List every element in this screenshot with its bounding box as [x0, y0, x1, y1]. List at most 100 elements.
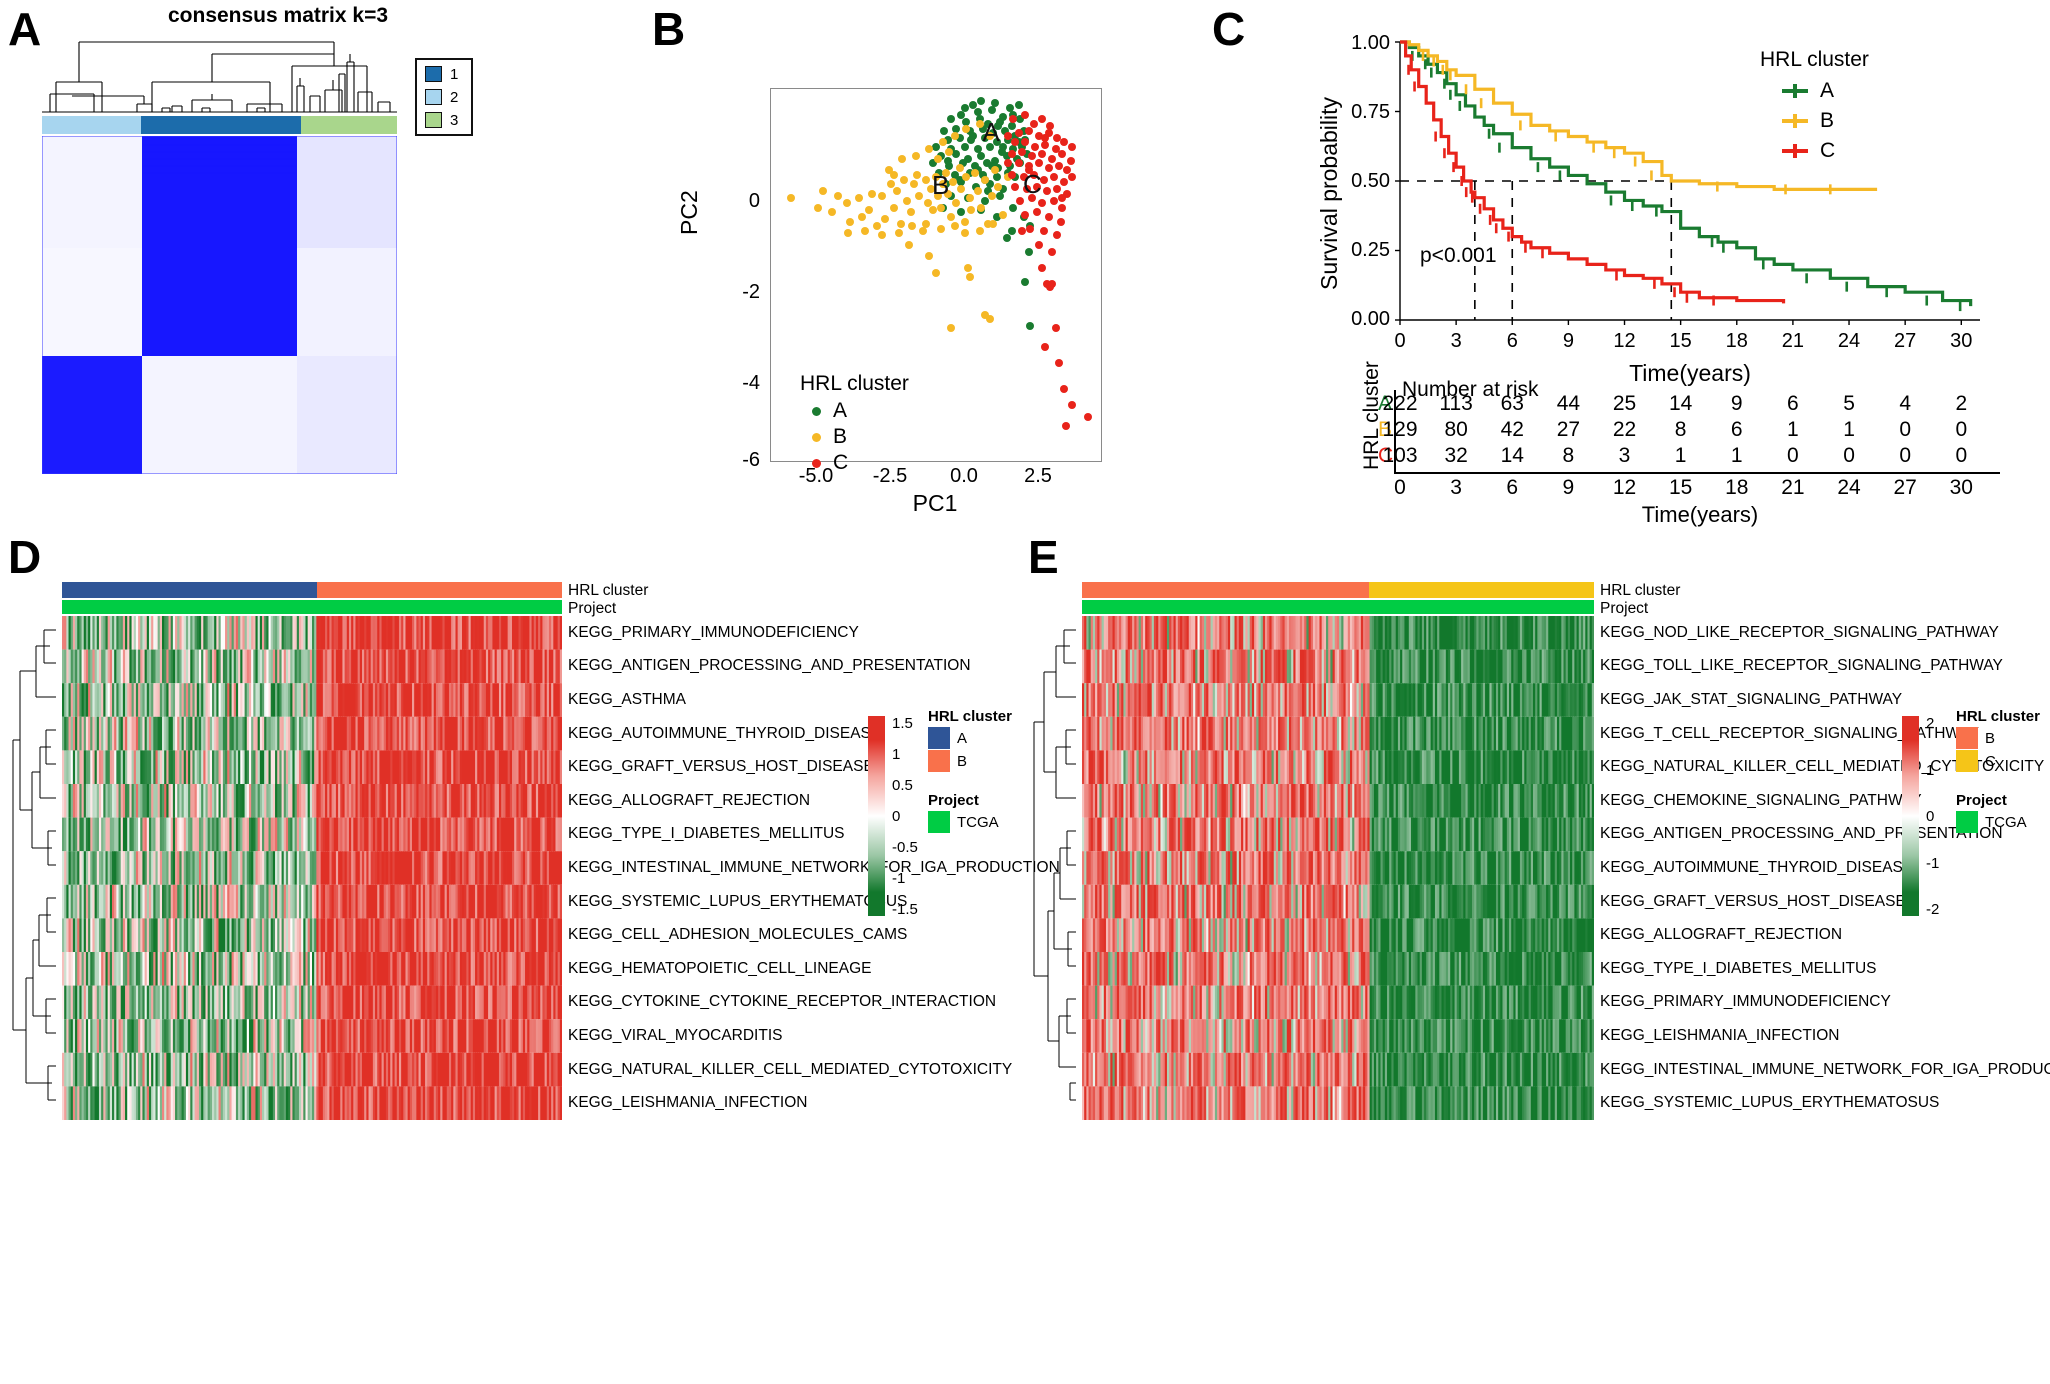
legend-item-a[interactable]: A: [1782, 79, 1869, 103]
heatmap-row-label: KEGG_AUTOIMMUNE_THYROID_DISEASE: [568, 724, 882, 742]
scatter-point-B: [987, 191, 996, 200]
risk-cell: 6: [1730, 418, 1743, 441]
risk-time-tick-18: 18: [1725, 476, 1749, 499]
legend-item-a[interactable]: A: [812, 399, 909, 423]
heatmap-row-label: KEGG_GRAFT_VERSUS_HOST_DISEASE: [1600, 892, 1906, 910]
colorbar-tick: 1: [1926, 761, 1935, 779]
colorbar-tick: -1: [1926, 854, 1940, 872]
colorbar-tick: 2: [1926, 715, 1935, 732]
scatter-point-A: [992, 173, 1001, 182]
risk-cell: 0: [1955, 418, 1968, 441]
colorbar-tick: -1: [892, 870, 906, 887]
scatter-point-A: [1009, 203, 1018, 212]
risk-cell: 6: [1787, 392, 1799, 415]
scatter-point-C: [1041, 133, 1050, 142]
scatter-point-B: [889, 171, 898, 180]
scatter-point-B: [910, 180, 919, 189]
panel-d-legend-cluster-title: HRL cluster: [928, 708, 1012, 725]
legend-label-b: B: [1820, 109, 1835, 132]
c-y-tick-050: 0.50: [1351, 170, 1390, 192]
heatmap-row-label: KEGG_CELL_ADHESION_MOLECULES_CAMS: [568, 926, 908, 944]
scatter-point-C: [1007, 171, 1016, 180]
scatter-point-B: [846, 217, 855, 226]
scatter-point-C: [1058, 194, 1067, 203]
scatter-point-C: [1053, 184, 1062, 193]
scatter-point-B: [960, 229, 969, 238]
heatmap-cells: [1082, 616, 1594, 1120]
scatter-point-B: [911, 152, 920, 161]
legend-row-cluster-b[interactable]: B: [1956, 727, 2040, 749]
legend-item-2[interactable]: 2: [425, 89, 471, 106]
heatmap-cells: [62, 616, 562, 1120]
c-y-tick-075: 0.75: [1351, 101, 1390, 123]
scatter-point-C: [1021, 138, 1030, 147]
panel-e-legend-project-title: Project: [1956, 792, 2007, 809]
scatter-point-C: [1056, 217, 1065, 226]
scatter-point-A: [940, 126, 949, 135]
scatter-point-B: [965, 194, 974, 203]
risk-cell: 0: [1899, 418, 1911, 441]
scatter-point-B: [950, 222, 959, 231]
scatter-point-B: [965, 273, 974, 282]
legend-row-project-tcga[interactable]: TCGA: [928, 811, 999, 833]
legend-item-1[interactable]: 1: [425, 66, 471, 83]
scatter-point-B: [947, 324, 956, 333]
scatter-point-C: [1049, 173, 1058, 182]
scatter-point-C: [1058, 203, 1067, 212]
legend-item-c[interactable]: C: [1782, 139, 1869, 163]
heatmap-row-label: KEGG_SYSTEMIC_LUPUS_ERYTHEMATOSUS: [568, 892, 908, 910]
legend-item-c[interactable]: C: [812, 451, 909, 475]
scatter-point-B: [994, 182, 1003, 191]
scatter-point-C: [1048, 247, 1057, 256]
risk-time-tick-9: 9: [1562, 476, 1575, 499]
legend-item-b[interactable]: B: [1782, 109, 1869, 133]
scatter-point-C: [1053, 231, 1062, 240]
risk-time-tick-6: 6: [1506, 476, 1519, 499]
legend-label-b: B: [833, 425, 848, 448]
panel-d-legend-project: Project TCGA: [928, 792, 999, 834]
risk-cell: 25: [1612, 392, 1637, 415]
risk-row-A: A 222 113 63 44 25 14 9 6 5 4 2: [1378, 392, 2000, 418]
heatmap-row-label: KEGG_NOD_LIKE_RECEPTOR_SIGNALING_PATHWAY: [1600, 623, 1999, 641]
scatter-point-B: [857, 212, 866, 221]
panel-b-legend-title: HRL cluster: [800, 372, 909, 395]
scatter-point-B: [913, 171, 922, 180]
legend-swatch-cluster-b: [1956, 727, 1978, 749]
legend-row-cluster-b[interactable]: B: [928, 750, 1012, 772]
heatmap-row-label: KEGG_ALLOGRAFT_REJECTION: [568, 791, 811, 809]
risk-cell: 0: [1955, 444, 1968, 467]
scatter-point-B: [938, 138, 947, 147]
legend-swatch-3: [425, 112, 442, 128]
scatter-point-C: [1034, 240, 1043, 249]
scatter-point-B: [975, 226, 984, 235]
scatter-point-A: [960, 103, 969, 112]
risk-cell: 3: [1618, 444, 1631, 467]
legend-swatch-cluster-a: [928, 727, 950, 749]
c-x-tick-0: 0: [1394, 330, 1406, 352]
annotation-segment-cluster-a: [62, 582, 317, 598]
legend-swatch-project-tcga: [1956, 811, 1978, 833]
scatter-point-B: [974, 187, 983, 196]
y-tick-minus2: -2: [742, 281, 760, 303]
scatter-point-C: [1083, 412, 1092, 421]
scatter-point-A: [1007, 122, 1016, 131]
risk-time-tick-0: 0: [1394, 476, 1406, 499]
risk-cell: 222: [1382, 392, 1418, 415]
colorbar-tick: 0: [892, 808, 901, 825]
risk-time-tick-3: 3: [1450, 476, 1462, 499]
scatter-point-B: [989, 219, 998, 228]
legend-row-cluster-a[interactable]: A: [928, 727, 1012, 749]
scatter-point-B: [861, 226, 870, 235]
scatter-point-B: [900, 175, 908, 184]
legend-row-project-tcga[interactable]: TCGA: [1956, 811, 2027, 833]
legend-item-3[interactable]: 3: [425, 112, 471, 129]
class-bar-segment-3: [301, 116, 397, 134]
scatter-point-C: [1038, 115, 1047, 124]
legend-row-cluster-c[interactable]: C: [1956, 750, 2040, 772]
risk-time-tick-15: 15: [1668, 476, 1693, 499]
panel-e-colorbar: [1902, 716, 1919, 916]
scatter-point-B: [878, 191, 887, 200]
scatter-point-B: [925, 252, 934, 261]
scatter-point-C: [1054, 359, 1063, 368]
legend-item-b[interactable]: B: [812, 425, 909, 449]
